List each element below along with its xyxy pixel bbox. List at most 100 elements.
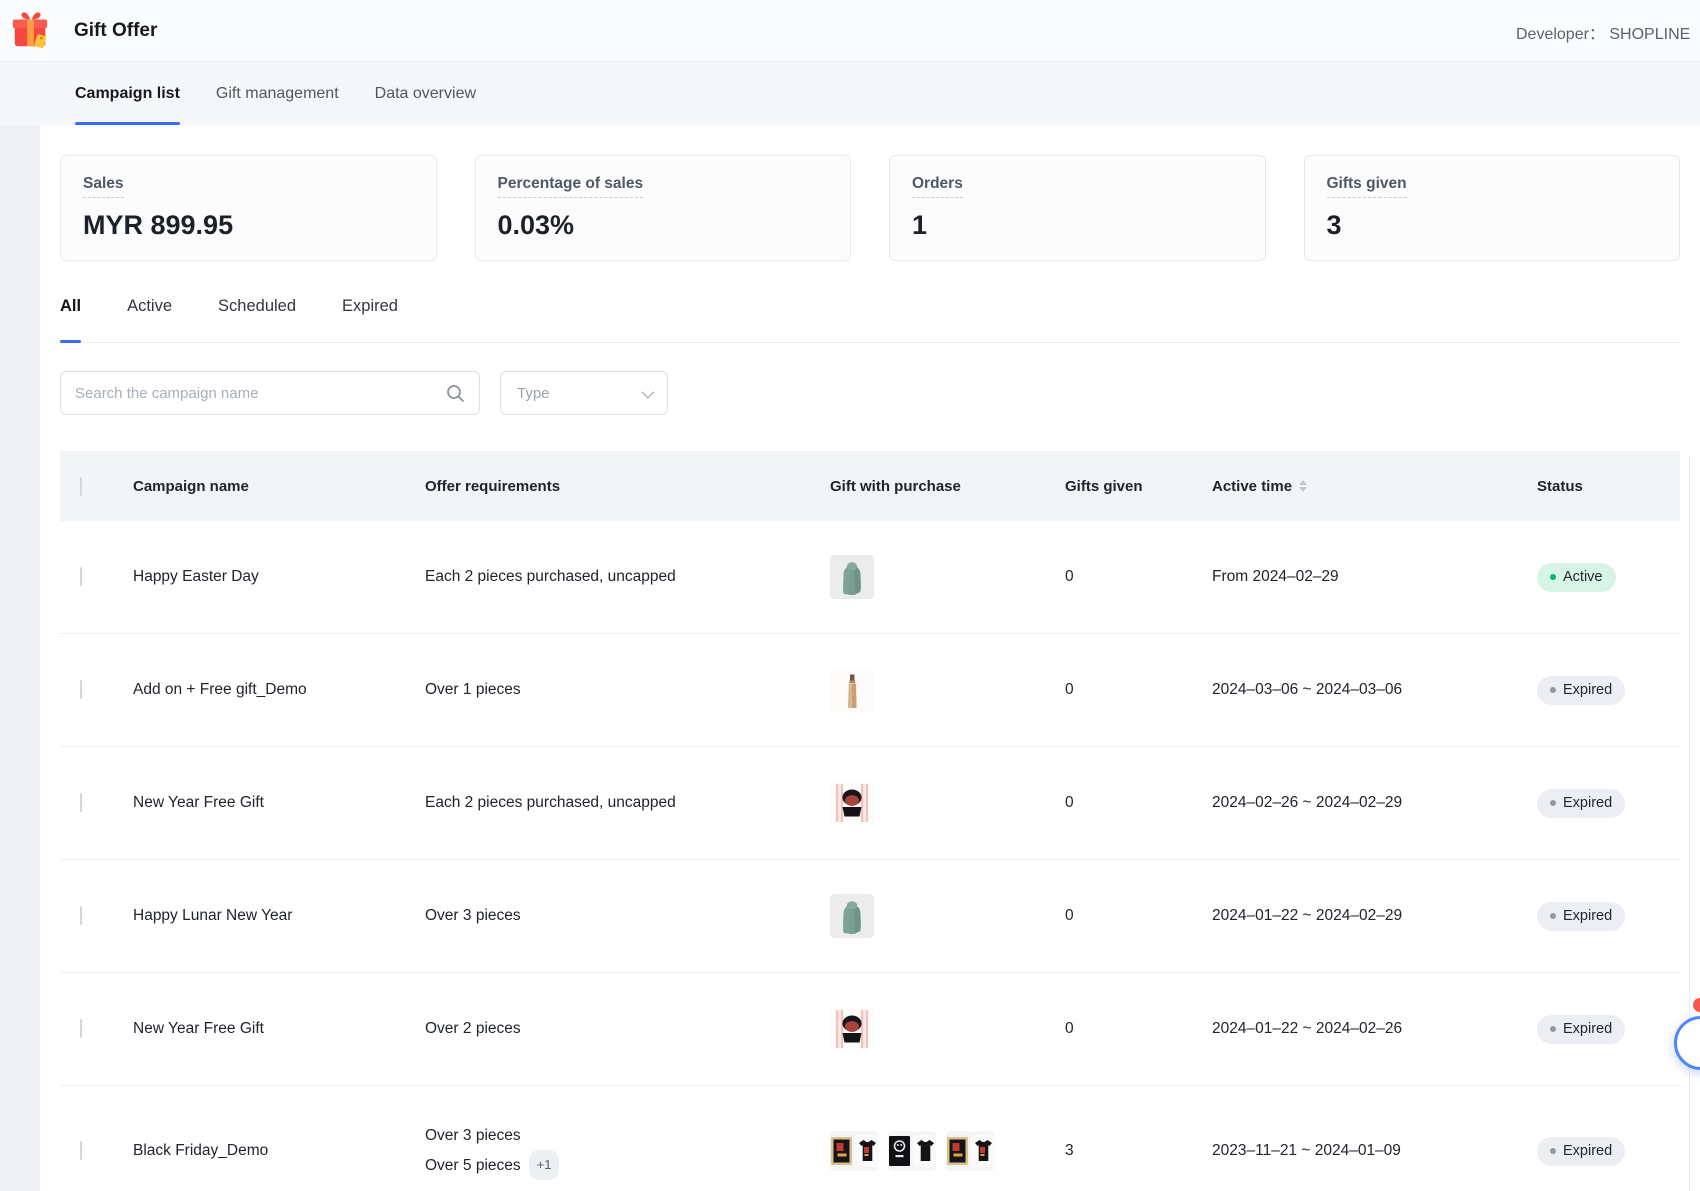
campaign-name: New Year Free Gift bbox=[133, 1020, 425, 1038]
filter-tab-active[interactable]: Active bbox=[127, 297, 172, 342]
table-right-divider bbox=[1689, 455, 1690, 1191]
cell-checkbox bbox=[80, 1142, 133, 1160]
developer-info: Developer： SHOPLINE bbox=[1516, 20, 1690, 44]
status-dot-icon bbox=[1550, 1026, 1556, 1032]
column-status: Status bbox=[1537, 478, 1660, 495]
table-body: Happy Easter Day Each 2 pieces purchased,… bbox=[60, 521, 1680, 1191]
search-box[interactable] bbox=[60, 371, 480, 415]
cell-checkbox bbox=[80, 794, 133, 812]
active-time: 2023–11–21 ~ 2024–01–09 bbox=[1212, 1142, 1537, 1160]
main-content: Sales MYR 899.95 Percentage of sales 0.03% O… bbox=[40, 125, 1700, 1191]
active-time-text: 2024–03–06 ~ 2024–03–06 bbox=[1212, 681, 1402, 698]
search-input[interactable] bbox=[75, 385, 446, 402]
status-cell: Active bbox=[1537, 563, 1660, 592]
status-cell: Expired bbox=[1537, 902, 1660, 931]
active-time: From 2024–02–29 bbox=[1212, 568, 1537, 586]
requirement-text: Over 3 pieces bbox=[425, 1127, 521, 1144]
type-dropdown[interactable]: Type bbox=[500, 371, 668, 415]
gifts-given-count: 0 bbox=[1065, 1020, 1212, 1038]
offer-requirements: Each 2 pieces purchased, uncapped bbox=[425, 789, 830, 817]
tab-gift-management[interactable]: Gift management bbox=[216, 62, 339, 125]
requirement-text: Each 2 pieces purchased, uncapped bbox=[425, 794, 676, 811]
stat-card-gifts-given: Gifts given3 bbox=[1304, 155, 1681, 261]
green-scarf-icon bbox=[830, 555, 874, 599]
active-time-text: 2023–11–21 ~ 2024–01–09 bbox=[1212, 1142, 1401, 1159]
requirement-line: Over 3 pieces bbox=[425, 902, 830, 930]
type-dropdown-label: Type bbox=[517, 385, 550, 402]
row-checkbox[interactable] bbox=[80, 680, 82, 699]
tab-campaign-list[interactable]: Campaign list bbox=[75, 62, 180, 125]
chevron-down-icon bbox=[642, 385, 655, 398]
table-row: Black Friday_DemoOver 3 piecesOver 5 pie… bbox=[60, 1086, 1680, 1191]
gifts-given-value: 0 bbox=[1065, 681, 1074, 698]
stat-value: 1 bbox=[912, 210, 1243, 241]
campaign-name-text: Happy Easter Day bbox=[133, 568, 259, 585]
page-title: Gift Offer bbox=[74, 20, 157, 42]
requirement-text: Over 3 pieces bbox=[425, 907, 521, 924]
gifts-given-count: 0 bbox=[1065, 794, 1212, 812]
active-time-text: 2024–02–26 ~ 2024–02–29 bbox=[1212, 794, 1402, 811]
status-badge: Expired bbox=[1537, 1137, 1625, 1166]
green-scarf-icon bbox=[830, 894, 874, 938]
sort-icon[interactable] bbox=[1299, 480, 1307, 492]
offer-requirements: Over 2 pieces bbox=[425, 1015, 830, 1043]
campaign-name-text: Add on + Free gift_Demo bbox=[133, 681, 307, 698]
status-cell: Expired bbox=[1537, 1015, 1660, 1044]
table-row: New Year Free GiftOver 2 pieces 02024–01… bbox=[60, 973, 1680, 1086]
filter-tab-scheduled[interactable]: Scheduled bbox=[218, 297, 296, 342]
row-checkbox[interactable] bbox=[80, 567, 82, 586]
stat-label-text: Percentage of sales bbox=[498, 175, 644, 198]
stat-card-percentage-of-sales: Percentage of sales 0.03% bbox=[475, 155, 852, 261]
notification-dot bbox=[1693, 998, 1700, 1012]
requirement-line: Over 2 pieces bbox=[425, 1015, 830, 1043]
column-active-time[interactable]: Active time bbox=[1212, 478, 1537, 495]
cosmetic-bottle-icon bbox=[830, 668, 874, 712]
status-filter-tabs: All Active Scheduled Expired bbox=[60, 297, 1680, 343]
cell-checkbox bbox=[80, 907, 133, 925]
column-campaign-name: Campaign name bbox=[133, 478, 425, 495]
campaign-name: Add on + Free gift_Demo bbox=[133, 681, 425, 699]
campaign-name: New Year Free Gift bbox=[133, 794, 425, 812]
filter-tab-expired[interactable]: Expired bbox=[342, 297, 398, 342]
stat-label: Gifts given bbox=[1327, 175, 1658, 198]
more-requirements-badge[interactable]: +1 bbox=[529, 1150, 560, 1180]
stat-value: 0.03% bbox=[498, 210, 829, 241]
requirement-line: Over 5 pieces+1 bbox=[425, 1150, 830, 1180]
gift-with-purchase bbox=[830, 781, 1065, 825]
blackfriday-poster-tee-icon bbox=[830, 1131, 878, 1171]
blush-compact-icon bbox=[830, 1007, 874, 1051]
search-icon bbox=[446, 384, 465, 403]
cell-checkbox bbox=[80, 681, 133, 699]
cell-checkbox bbox=[80, 568, 133, 586]
active-time: 2024–01–22 ~ 2024–02–29 bbox=[1212, 907, 1537, 925]
requirement-line: Each 2 pieces purchased, uncapped bbox=[425, 789, 830, 817]
requirement-text: Each 2 pieces purchased, uncapped bbox=[425, 568, 676, 585]
gifts-given-value: 0 bbox=[1065, 794, 1074, 811]
active-time-text: From 2024–02–29 bbox=[1212, 568, 1339, 585]
table-row: Happy Lunar New YearOver 3 pieces 02024–… bbox=[60, 860, 1680, 973]
row-checkbox[interactable] bbox=[80, 1141, 82, 1160]
active-time: 2024–03–06 ~ 2024–03–06 bbox=[1212, 681, 1537, 699]
gift-with-purchase bbox=[830, 555, 1065, 599]
row-checkbox[interactable] bbox=[80, 1019, 82, 1038]
gifts-given-count: 3 bbox=[1065, 1142, 1212, 1160]
status-badge: Expired bbox=[1537, 676, 1625, 705]
stat-label-text: Gifts given bbox=[1327, 175, 1407, 198]
stat-value: MYR 899.95 bbox=[83, 210, 414, 241]
blackfriday-poster-tee-icon bbox=[946, 1131, 994, 1171]
stat-label: Sales bbox=[83, 175, 414, 198]
requirement-line: Over 1 pieces bbox=[425, 676, 830, 704]
column-gifts-given: Gifts given bbox=[1065, 478, 1212, 495]
row-checkbox[interactable] bbox=[80, 793, 82, 812]
status-badge: Active bbox=[1537, 563, 1616, 592]
select-all-checkbox[interactable] bbox=[80, 477, 82, 496]
row-checkbox[interactable] bbox=[80, 906, 82, 925]
gift-with-purchase bbox=[830, 668, 1065, 712]
gift-offer-logo-icon bbox=[10, 10, 52, 52]
stat-label-text: Orders bbox=[912, 175, 963, 198]
campaign-name-text: Happy Lunar New Year bbox=[133, 907, 292, 924]
gifts-given-count: 0 bbox=[1065, 568, 1212, 586]
gift-with-purchase bbox=[830, 1007, 1065, 1051]
filter-tab-all[interactable]: All bbox=[60, 297, 81, 342]
tab-data-overview[interactable]: Data overview bbox=[375, 62, 476, 125]
